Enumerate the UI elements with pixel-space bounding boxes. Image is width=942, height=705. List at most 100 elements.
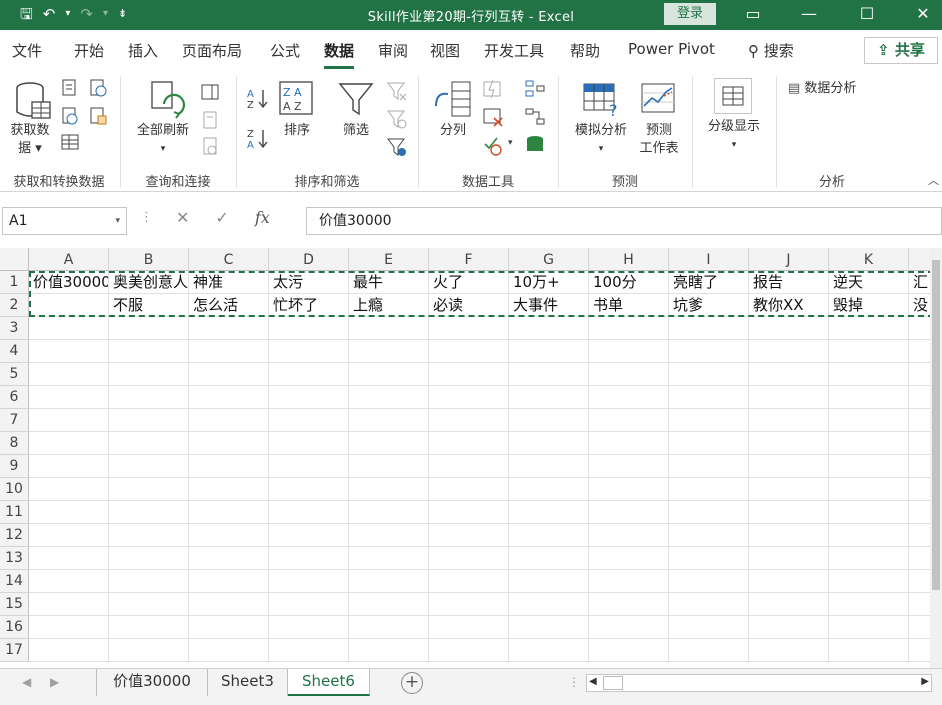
- cell-j16[interactable]: [749, 616, 829, 639]
- cell-a16[interactable]: [29, 616, 109, 639]
- existing-connections-icon[interactable]: [88, 106, 108, 126]
- horizontal-scroll-thumb[interactable]: [603, 676, 623, 690]
- minimize-icon[interactable]: —: [794, 2, 824, 28]
- cell-c17[interactable]: [189, 639, 269, 662]
- cell-b13[interactable]: [109, 547, 189, 570]
- cell-f16[interactable]: [429, 616, 509, 639]
- tab-formulas[interactable]: 公式: [270, 40, 300, 61]
- consolidate-icon[interactable]: [524, 78, 546, 100]
- cell-k15[interactable]: [829, 593, 909, 616]
- column-header-a[interactable]: A: [29, 248, 109, 271]
- cell-j3[interactable]: [749, 317, 829, 340]
- sheet-tab-sheet6[interactable]: Sheet6: [288, 669, 370, 696]
- cell-e14[interactable]: [349, 570, 429, 593]
- cell-i12[interactable]: [669, 524, 749, 547]
- collapse-ribbon-icon[interactable]: ︿: [928, 172, 939, 188]
- cell-i15[interactable]: [669, 593, 749, 616]
- row-header-6[interactable]: 6: [0, 386, 29, 409]
- cell-h3[interactable]: [589, 317, 669, 340]
- cell-a2[interactable]: [29, 294, 109, 317]
- cell-e6[interactable]: [349, 386, 429, 409]
- cell-h6[interactable]: [589, 386, 669, 409]
- cell-g5[interactable]: [509, 363, 589, 386]
- cell-f13[interactable]: [429, 547, 509, 570]
- cell-a8[interactable]: [29, 432, 109, 455]
- cell-i14[interactable]: [669, 570, 749, 593]
- cell-j10[interactable]: [749, 478, 829, 501]
- tab-power-pivot[interactable]: Power Pivot: [628, 40, 715, 58]
- cell-d9[interactable]: [269, 455, 349, 478]
- cell-d4[interactable]: [269, 340, 349, 363]
- cell-k8[interactable]: [829, 432, 909, 455]
- cell-b7[interactable]: [109, 409, 189, 432]
- cell-a17[interactable]: [29, 639, 109, 662]
- cell-a11[interactable]: [29, 501, 109, 524]
- cell-k6[interactable]: [829, 386, 909, 409]
- cell-b15[interactable]: [109, 593, 189, 616]
- cell-e8[interactable]: [349, 432, 429, 455]
- flash-fill-icon[interactable]: [482, 78, 504, 100]
- cell-c1[interactable]: 神准: [189, 271, 269, 294]
- cell-i17[interactable]: [669, 639, 749, 662]
- worksheet-grid[interactable]: ABCDEFGHIJKL 1价值30000奥美创意人神准太污最牛火了10万+100…: [0, 248, 930, 668]
- cell-e17[interactable]: [349, 639, 429, 662]
- vertical-scrollbar[interactable]: [930, 248, 942, 668]
- maximize-icon[interactable]: ☐: [852, 2, 882, 28]
- prev-sheet-icon[interactable]: ◀: [22, 675, 31, 689]
- column-header-c[interactable]: C: [189, 248, 269, 271]
- cell-a15[interactable]: [29, 593, 109, 616]
- cell-j14[interactable]: [749, 570, 829, 593]
- cell-k1[interactable]: 逆天: [829, 271, 909, 294]
- cell-g4[interactable]: [509, 340, 589, 363]
- cell-e7[interactable]: [349, 409, 429, 432]
- cell-c4[interactable]: [189, 340, 269, 363]
- column-header-i[interactable]: I: [669, 248, 749, 271]
- tab-file[interactable]: 文件: [12, 40, 42, 61]
- cell-i3[interactable]: [669, 317, 749, 340]
- cell-l16[interactable]: [909, 616, 930, 639]
- cell-c14[interactable]: [189, 570, 269, 593]
- column-header-d[interactable]: D: [269, 248, 349, 271]
- cell-d7[interactable]: [269, 409, 349, 432]
- cell-b14[interactable]: [109, 570, 189, 593]
- row-header-16[interactable]: 16: [0, 616, 29, 639]
- row-header-3[interactable]: 3: [0, 317, 29, 340]
- from-web-icon[interactable]: [60, 106, 80, 126]
- cell-l4[interactable]: [909, 340, 930, 363]
- cell-l14[interactable]: [909, 570, 930, 593]
- cell-d16[interactable]: [269, 616, 349, 639]
- cell-f14[interactable]: [429, 570, 509, 593]
- cell-l8[interactable]: [909, 432, 930, 455]
- cell-k11[interactable]: [829, 501, 909, 524]
- cell-d17[interactable]: [269, 639, 349, 662]
- cell-k10[interactable]: [829, 478, 909, 501]
- cell-g17[interactable]: [509, 639, 589, 662]
- advanced-filter-icon[interactable]: [386, 136, 408, 158]
- cell-j11[interactable]: [749, 501, 829, 524]
- column-header-b[interactable]: B: [109, 248, 189, 271]
- cell-d11[interactable]: [269, 501, 349, 524]
- next-sheet-icon[interactable]: ▶: [50, 675, 59, 689]
- cell-f4[interactable]: [429, 340, 509, 363]
- cell-b2[interactable]: 不服: [109, 294, 189, 317]
- tab-review[interactable]: 审阅: [378, 40, 408, 61]
- cell-b8[interactable]: [109, 432, 189, 455]
- row-header-10[interactable]: 10: [0, 478, 29, 501]
- cell-e4[interactable]: [349, 340, 429, 363]
- cell-f12[interactable]: [429, 524, 509, 547]
- reapply-filter-icon[interactable]: [386, 108, 408, 130]
- tab-data[interactable]: 数据: [324, 40, 355, 69]
- cell-b3[interactable]: [109, 317, 189, 340]
- column-header-e[interactable]: E: [349, 248, 429, 271]
- from-text-icon[interactable]: [60, 78, 80, 98]
- sort-ascending-icon[interactable]: AZ: [246, 86, 270, 110]
- cell-c6[interactable]: [189, 386, 269, 409]
- cell-g1[interactable]: 10万+: [509, 271, 589, 294]
- clear-filter-icon[interactable]: [386, 80, 408, 102]
- cell-a12[interactable]: [29, 524, 109, 547]
- remove-duplicates-icon[interactable]: [482, 106, 504, 128]
- tab-page-layout[interactable]: 页面布局: [182, 40, 242, 61]
- cell-c11[interactable]: [189, 501, 269, 524]
- cell-b9[interactable]: [109, 455, 189, 478]
- cell-c12[interactable]: [189, 524, 269, 547]
